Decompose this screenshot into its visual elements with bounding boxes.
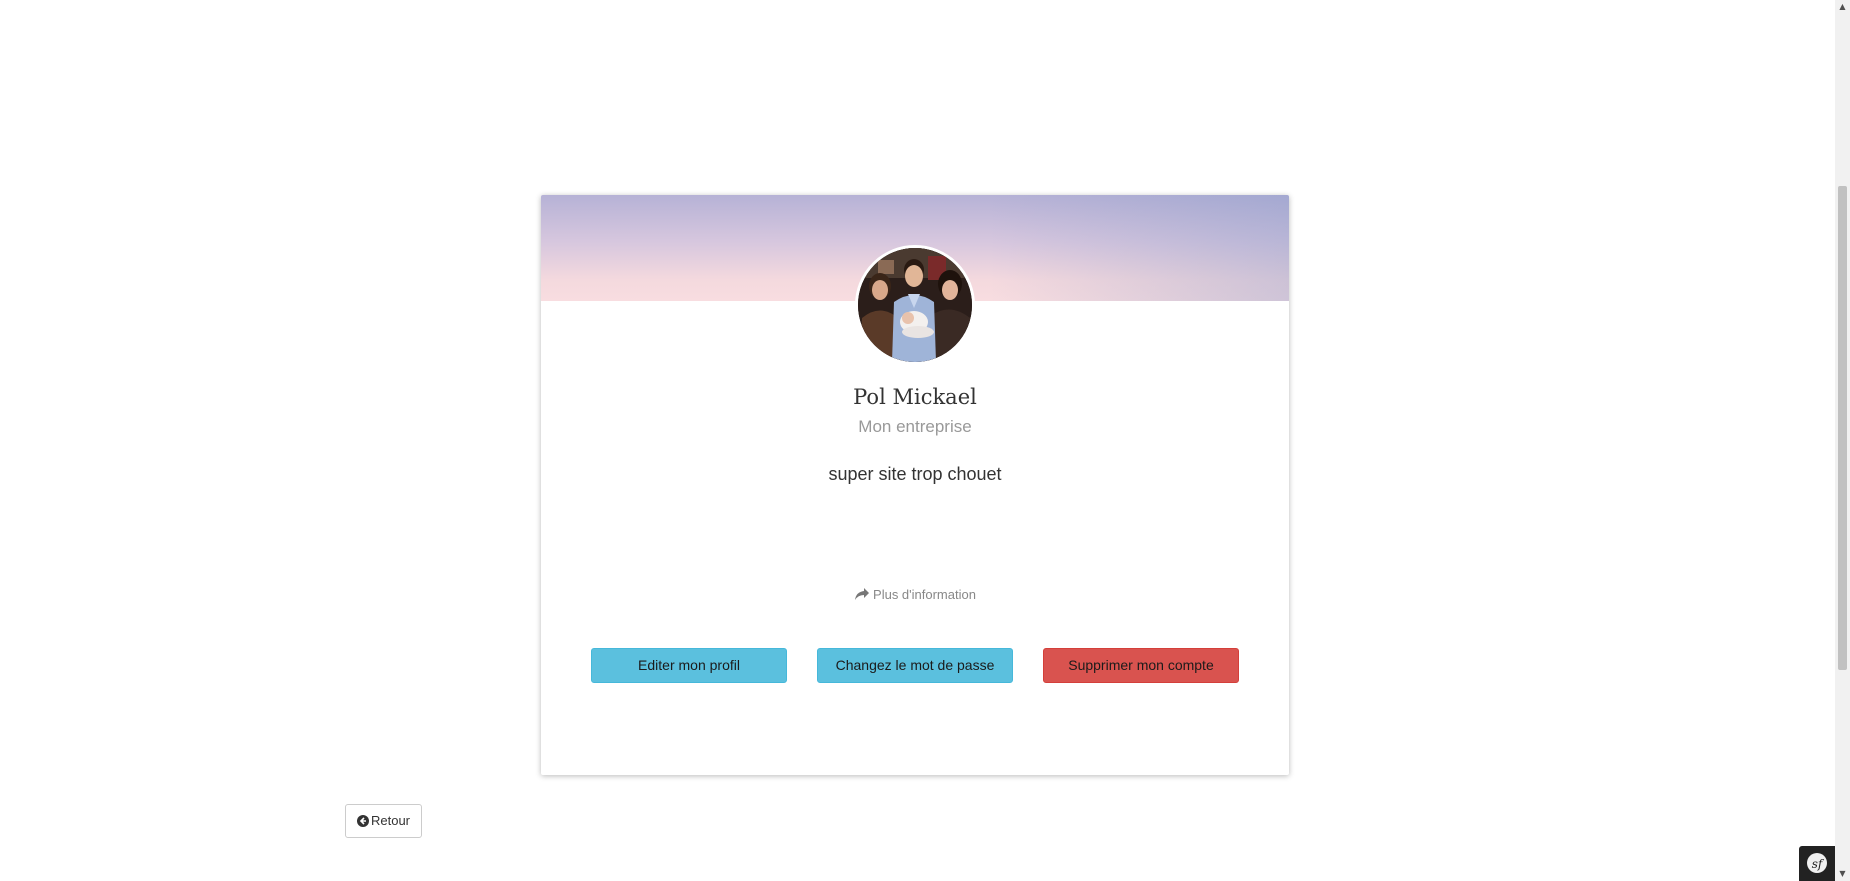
back-label: Retour bbox=[370, 813, 411, 828]
profile-card: Pol Mickael Mon entreprise super site tr… bbox=[541, 195, 1289, 775]
profile-bio: super site trop chouet bbox=[828, 464, 1002, 484]
more-info-link[interactable]: Plus d'information bbox=[541, 587, 1289, 604]
share-icon bbox=[854, 587, 870, 604]
vertical-scrollbar[interactable]: ▲ ▼ bbox=[1835, 0, 1850, 881]
arrow-circle-left-icon bbox=[356, 807, 369, 839]
edit-profile-button[interactable]: Editer mon profil bbox=[591, 648, 787, 683]
more-info-label: Plus d'information bbox=[873, 587, 976, 602]
avatar-photo bbox=[858, 248, 972, 362]
debug-toolbar-toggle[interactable]: sf bbox=[1799, 846, 1835, 881]
profile-company: Mon entreprise bbox=[858, 417, 972, 436]
avatar bbox=[855, 245, 975, 365]
back-button[interactable]: Retour bbox=[345, 804, 422, 838]
delete-account-button[interactable]: Supprimer mon compte bbox=[1043, 648, 1239, 683]
page: Pol Mickael Mon entreprise super site tr… bbox=[0, 0, 1850, 881]
scrollbar-thumb[interactable] bbox=[1838, 186, 1847, 670]
symfony-icon: sf bbox=[1807, 853, 1827, 873]
scroll-down-icon[interactable]: ▼ bbox=[1835, 867, 1850, 881]
change-password-button[interactable]: Changez le mot de passe bbox=[817, 648, 1013, 683]
profile-name: Pol Mickael bbox=[853, 385, 977, 409]
scroll-up-icon[interactable]: ▲ bbox=[1835, 0, 1850, 14]
